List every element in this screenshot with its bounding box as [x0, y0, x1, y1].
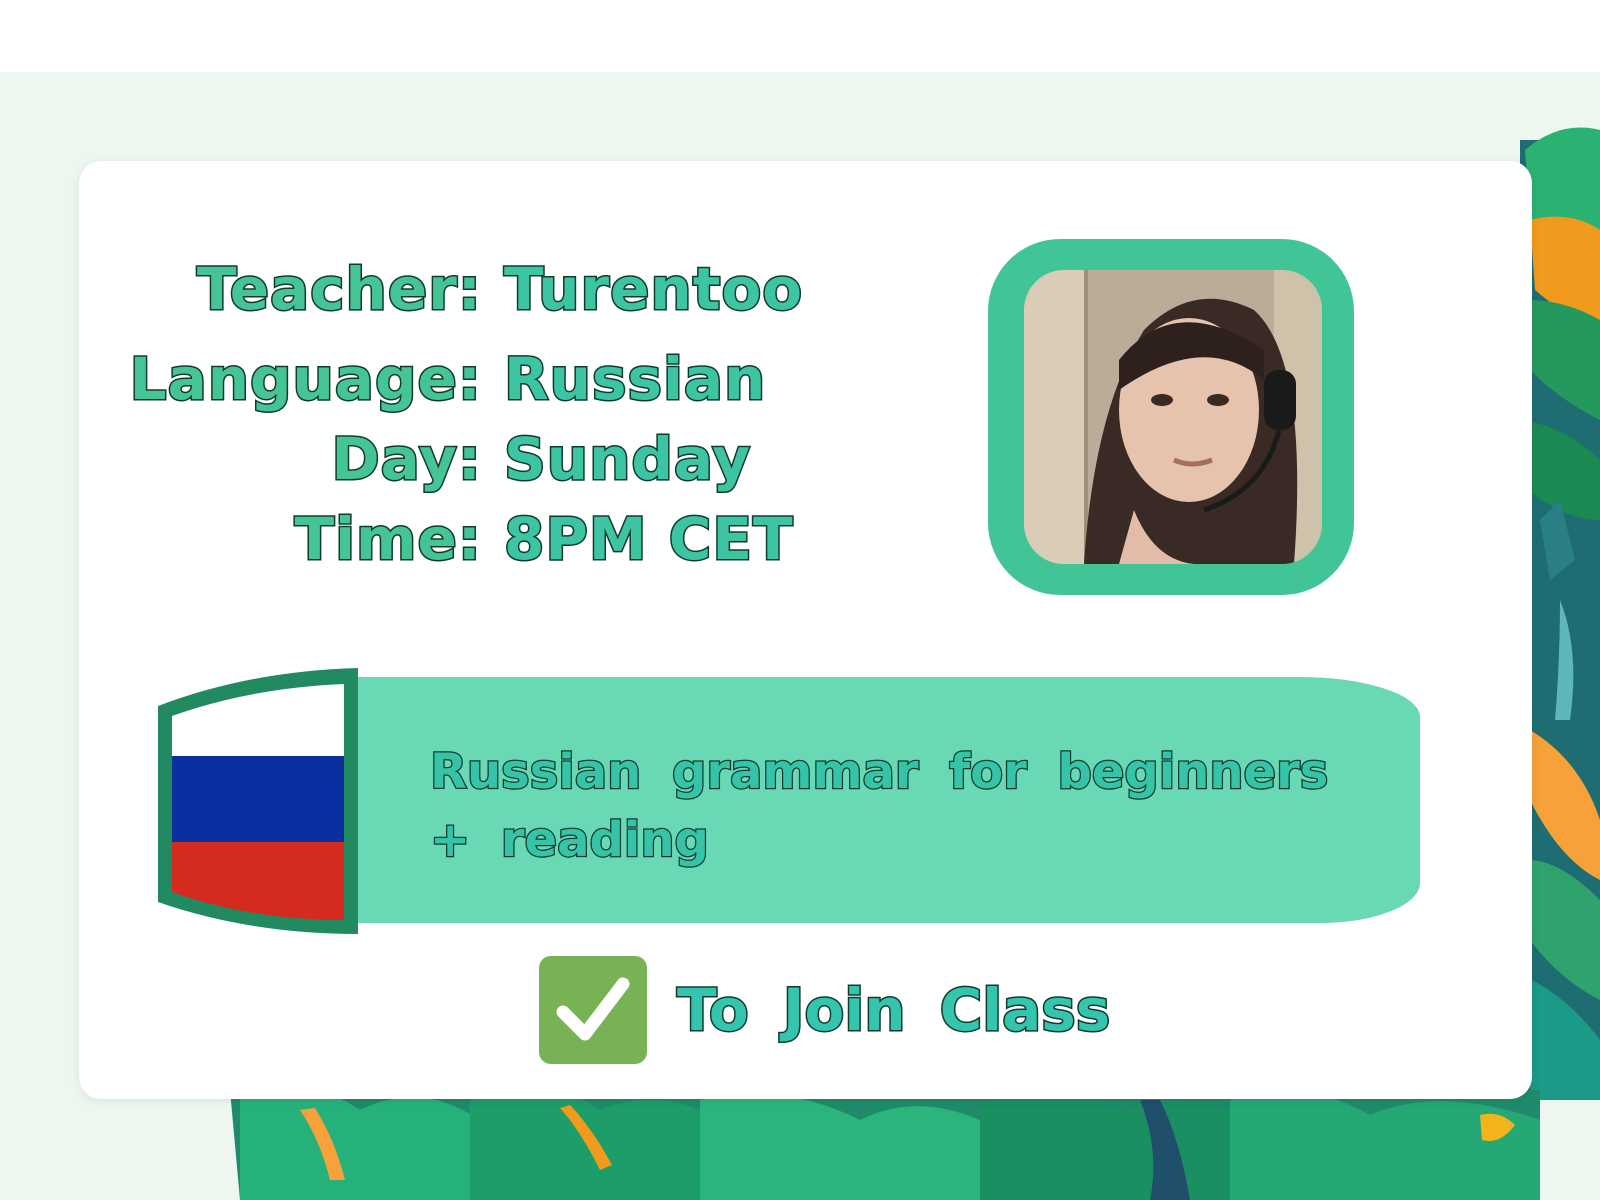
- join-class-label: To Join Class: [675, 975, 1111, 1046]
- day-row: Day: Sunday: [64, 419, 752, 499]
- time-row: Time: 8PM CET: [64, 499, 794, 579]
- teacher-photo: [1024, 270, 1322, 564]
- class-card: Teacher: Turentoo Language: Russian Day:…: [79, 161, 1532, 1099]
- description-line-2: + reading: [429, 811, 710, 870]
- language-label: Language:: [128, 344, 482, 415]
- class-description: Russian grammar for beginners + reading: [429, 738, 1330, 874]
- teacher-row: Teacher: Turentoo: [64, 249, 803, 329]
- teacher-label: Teacher:: [195, 254, 482, 325]
- day-label: Day:: [330, 424, 483, 495]
- day-value: Sunday: [502, 424, 752, 495]
- time-label: Time:: [293, 504, 482, 575]
- time-value: 8PM CET: [503, 504, 795, 575]
- teacher-value: Turentoo: [502, 254, 804, 325]
- description-line-1: Russian grammar for beginners: [429, 743, 1330, 802]
- page: Teacher: Turentoo Language: Russian Day:…: [0, 0, 1600, 1200]
- language-value: Russian: [502, 344, 767, 415]
- join-class-button[interactable]: To Join Class: [539, 956, 1112, 1064]
- russia-flag-icon: [150, 666, 366, 936]
- language-row: Language: Russian: [64, 339, 767, 419]
- white-check-mark-icon: [539, 956, 647, 1064]
- teacher-photo-frame: [988, 239, 1354, 595]
